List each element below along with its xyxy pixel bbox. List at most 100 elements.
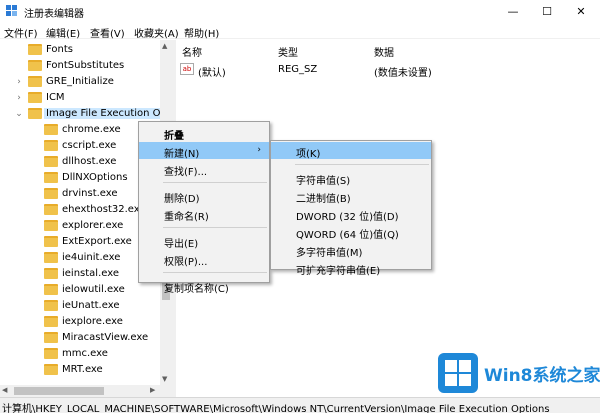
submenu-item[interactable]: 项(K) (271, 142, 431, 160)
submenu-item[interactable]: 二进制值(B) (271, 187, 431, 205)
submenu-item[interactable]: QWORD (64 位)值(Q) (271, 223, 431, 241)
folder-icon (44, 124, 58, 135)
watermark: Win8系统之家 (438, 351, 600, 395)
context-menu-item[interactable]: 折叠 (139, 124, 269, 142)
folder-icon (44, 268, 58, 279)
folder-icon (44, 316, 58, 327)
menu-separator (163, 272, 267, 273)
tree-item-label: ielowutil.exe (62, 284, 125, 295)
context-menu-item-label: 导出(E) (164, 239, 199, 250)
context-menu-item[interactable]: 权限(P)... (139, 250, 269, 268)
tree-item-label: Fonts (46, 44, 73, 55)
tree-item[interactable]: Fonts (0, 42, 172, 58)
submenu-item-label: 多字符串值(M) (296, 248, 363, 259)
context-menu-item-label: 复制项名称(C) (164, 284, 229, 295)
expand-chevron-icon[interactable]: › (14, 93, 24, 103)
folder-icon (44, 220, 58, 231)
tree-item-label: ieUnatt.exe (62, 300, 120, 311)
tree-item[interactable]: › GRE_Initialize (0, 74, 172, 90)
tree-item[interactable]: › ICM (0, 90, 172, 106)
minimize-button[interactable]: — (496, 0, 530, 22)
registry-editor-icon (6, 5, 17, 16)
value-name: (默认) (198, 68, 226, 79)
value-row[interactable]: ab (默认) REG_SZ (数值未设置) (176, 62, 600, 79)
tree-item[interactable]: iexplore.exe (0, 314, 172, 330)
close-button[interactable]: ✕ (564, 0, 598, 22)
tree-item[interactable]: FontSubstitutes (0, 58, 172, 74)
status-bar: 计算机\HKEY_LOCAL_MACHINE\SOFTWARE\Microsof… (0, 397, 600, 413)
folder-icon (44, 156, 58, 167)
submenu-item-label: DWORD (32 位)值(D) (296, 212, 399, 223)
tree-item[interactable]: MRT.exe (0, 362, 172, 378)
folder-icon (44, 252, 58, 263)
scroll-down-icon[interactable]: ▼ (162, 375, 167, 383)
tree-item[interactable]: mmc.exe (0, 346, 172, 362)
scroll-right-icon[interactable]: ▶ (150, 386, 155, 394)
expand-chevron-icon[interactable]: ⌄ (14, 109, 24, 119)
maximize-button[interactable]: ☐ (530, 0, 564, 22)
folder-icon (44, 140, 58, 151)
tree-item-label: GRE_Initialize (46, 76, 114, 87)
column-header-data[interactable]: 数据 (374, 44, 394, 59)
tree-item-label: MRT.exe (62, 364, 103, 375)
tree-item-label: ehexthost32.exe (62, 204, 146, 215)
menu-separator (295, 164, 429, 165)
folder-icon (28, 60, 42, 71)
hscroll-thumb[interactable] (14, 387, 104, 395)
tree-item-label: DllNXOptions (62, 172, 128, 183)
string-value-icon: ab (180, 63, 194, 75)
submenu-item-label: 二进制值(B) (296, 194, 351, 205)
context-menu-item[interactable]: 重命名(R) (139, 205, 269, 223)
tree-item-label: ICM (46, 92, 65, 103)
folder-icon (44, 188, 58, 199)
context-menu-item-label: 重命名(R) (164, 212, 209, 223)
context-menu-item[interactable]: 新建(N) › (139, 142, 269, 160)
tree-item-label: iexplore.exe (62, 316, 123, 327)
folder-icon (28, 92, 42, 103)
submenu-item[interactable]: 字符串值(S) (271, 169, 431, 187)
folder-icon (28, 76, 42, 87)
scroll-left-icon[interactable]: ◀ (2, 386, 7, 394)
tree-item[interactable]: MiracastView.exe (0, 330, 172, 346)
submenu-item-label: 字符串值(S) (296, 176, 351, 187)
context-menu-item[interactable]: 导出(E) (139, 232, 269, 250)
context-menu-item-label: 折叠 (164, 131, 184, 142)
tree-item-label: ie4uinit.exe (62, 252, 121, 263)
context-menu-item[interactable]: 复制项名称(C) (139, 277, 269, 295)
column-header-type[interactable]: 类型 (278, 44, 298, 59)
scroll-up-icon[interactable]: ▲ (162, 42, 167, 50)
menu-favorites[interactable]: 收藏夹(A) (134, 25, 179, 40)
tree-item-label: cscript.exe (62, 140, 117, 151)
submenu-item-label: 可扩充字符串值(E) (296, 266, 381, 277)
expand-chevron-icon[interactable]: › (14, 77, 24, 87)
menu-help[interactable]: 帮助(H) (184, 25, 219, 40)
tree-item[interactable]: ⌄ Image File Execution Op (0, 106, 172, 122)
tree-item-label: FontSubstitutes (46, 60, 125, 71)
tree-horizontal-scrollbar[interactable]: ◀ ▶ (0, 385, 172, 397)
context-menu-item[interactable]: 删除(D) (139, 187, 269, 205)
context-menu-item-label: 查找(F)... (164, 167, 208, 178)
new-submenu: 项(K) 字符串值(S) 二进制值(B) DWORD (32 位)值(D) QWORD … (270, 140, 432, 277)
tree-item-label: drvinst.exe (62, 188, 118, 199)
submenu-item-label: 项(K) (296, 149, 321, 160)
windows-logo-icon (438, 353, 478, 393)
tree-item-label: dllhost.exe (62, 156, 117, 167)
tree-item-label: Image File Execution Op (44, 108, 169, 119)
folder-icon (44, 236, 58, 247)
submenu-item[interactable]: DWORD (32 位)值(D) (271, 205, 431, 223)
menu-bar: 文件(F) 编辑(E) 查看(V) 收藏夹(A) 帮助(H) (0, 22, 600, 40)
menu-edit[interactable]: 编辑(E) (46, 25, 80, 40)
menu-file[interactable]: 文件(F) (4, 25, 38, 40)
folder-icon (44, 364, 58, 375)
submenu-item[interactable]: 可扩充字符串值(E) (271, 259, 431, 277)
folder-icon (44, 332, 58, 343)
submenu-arrow-icon: › (257, 145, 261, 155)
tree-item-label: MiracastView.exe (62, 332, 149, 343)
folder-icon (28, 108, 42, 119)
tree-item[interactable]: ieUnatt.exe (0, 298, 172, 314)
menu-view[interactable]: 查看(V) (90, 25, 125, 40)
context-menu: 折叠 新建(N) › 查找(F)... 删除(D) 重命名(R) 导出(E) 权限(P)...… (138, 121, 270, 295)
column-header-name[interactable]: 名称 (182, 44, 202, 59)
submenu-item[interactable]: 多字符串值(M) (271, 241, 431, 259)
context-menu-item[interactable]: 查找(F)... (139, 160, 269, 178)
